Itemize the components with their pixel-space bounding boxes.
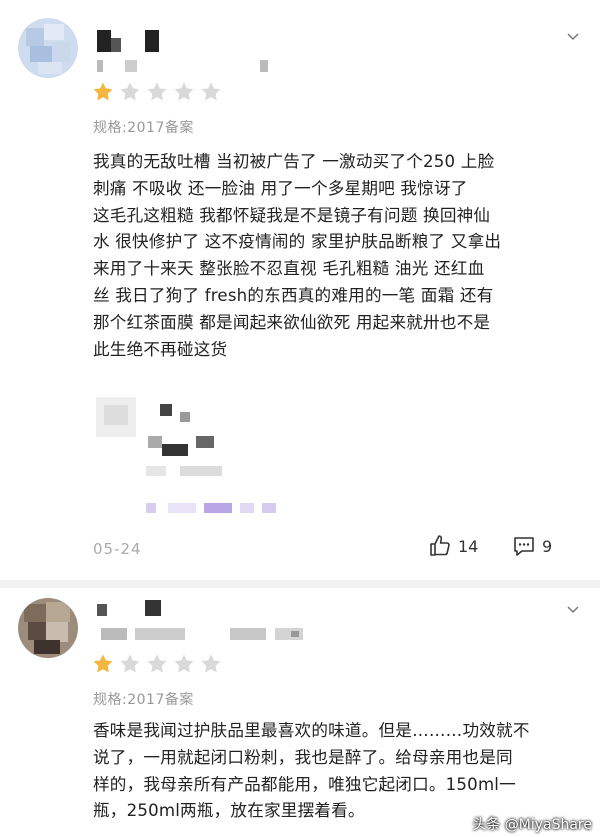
review-list: 规格:2017备案 我真的无敌吐槽 当初被广告了 一激动买了个250 上脸 刺痛…	[0, 0, 600, 837]
star-icon	[93, 654, 113, 673]
star-icon	[201, 654, 221, 673]
star-icon	[147, 654, 167, 673]
star-icon	[174, 82, 194, 101]
rating-stars	[92, 653, 222, 675]
thumbs-up-icon	[430, 535, 450, 556]
avatar[interactable]	[18, 598, 78, 658]
comment-button[interactable]: 9	[512, 534, 552, 558]
comment-icon	[514, 537, 534, 556]
comment-count: 9	[542, 536, 553, 556]
review-date: 05-24	[93, 540, 142, 558]
spec-label: 规格:2017备案	[93, 120, 194, 136]
username-redacted	[95, 30, 165, 52]
review-card: 规格:2017备案 香味是我闻过护肤品里最喜欢的味道。但是………功效就不 说了，…	[0, 585, 600, 837]
star-icon	[147, 82, 167, 101]
star-icon	[120, 82, 140, 101]
star-icon	[120, 654, 140, 673]
username-redacted	[95, 600, 175, 622]
review-text: 我真的无敌吐槽 当初被广告了 一激动买了个250 上脸 刺痛 不吸收 还一脸油 …	[93, 152, 502, 359]
like-button[interactable]: 14	[428, 534, 478, 558]
spec-label: 规格:2017备案	[93, 692, 194, 708]
star-icon	[93, 82, 113, 101]
watermark: 头条 @MiyaShare	[472, 817, 592, 833]
review-text: 香味是我闻过护肤品里最喜欢的味道。但是………功效就不 说了，一用就起闭口粉刺，我…	[93, 721, 530, 821]
rating-stars	[92, 81, 222, 103]
star-icon	[201, 82, 221, 101]
avatar[interactable]	[18, 18, 78, 78]
chevron-down-icon[interactable]	[567, 33, 579, 41]
chevron-down-icon[interactable]	[567, 606, 579, 614]
star-icon	[174, 654, 194, 673]
like-count: 14	[458, 536, 479, 556]
review-card: 规格:2017备案 我真的无敌吐槽 当初被广告了 一激动买了个250 上脸 刺痛…	[0, 0, 600, 585]
